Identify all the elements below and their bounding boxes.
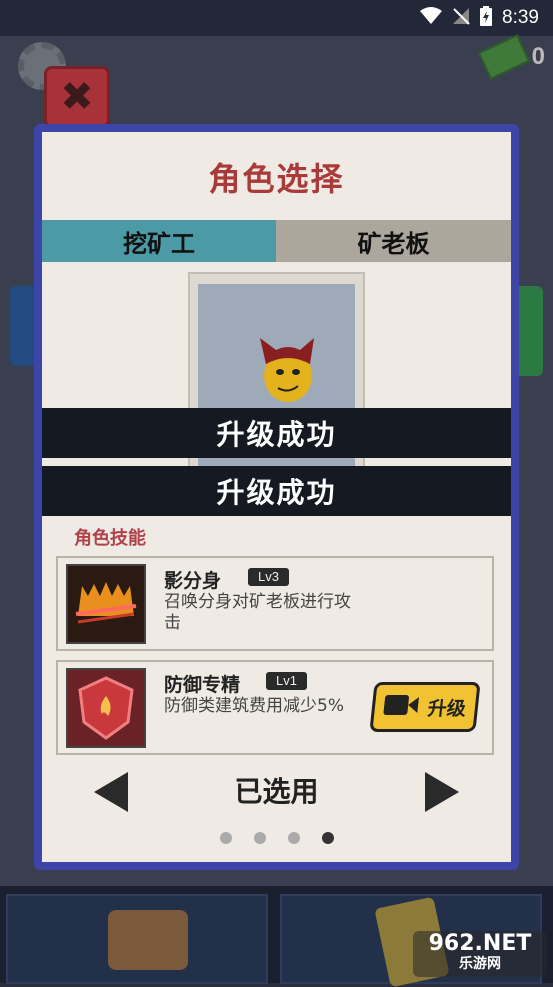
upgrade-button[interactable]: 升级 [369, 682, 481, 732]
cash-icon [477, 34, 530, 80]
upgrade-success-banner: 升级成功 [42, 466, 511, 516]
shadow-clone-skill-icon [66, 564, 146, 644]
bottom-slot-shop[interactable] [6, 894, 268, 984]
tab-mine-boss[interactable]: 矿老板 [276, 220, 511, 262]
gem-basket-icon [108, 910, 188, 970]
skills-section-title: 角色技能 [74, 528, 146, 549]
wifi-icon [420, 7, 443, 29]
skill-name: 防御专精 [164, 674, 241, 696]
tab-miner[interactable]: 挖矿工 [42, 220, 276, 262]
page-dot [253, 832, 266, 844]
video-camera-icon [382, 693, 420, 722]
no-signal-icon [452, 7, 470, 29]
close-icon: ✖ [60, 74, 94, 120]
right-side-button[interactable] [515, 286, 543, 376]
skill-name: 影分身 [164, 570, 222, 592]
skill-level-badge: Lv1 [266, 672, 307, 690]
status-bar: 8:39 [0, 0, 553, 36]
skill-card-defense-mastery: 防御专精 Lv1 防御类建筑费用减少5% 升级 [56, 660, 494, 755]
battery-charging-icon [480, 6, 493, 30]
money-value: 0 [531, 43, 545, 70]
watermark-sub: 乐游网 [459, 956, 501, 972]
site-watermark: 962.NET 乐游网 [413, 931, 547, 977]
character-image [260, 338, 314, 402]
money-counter: 0 [477, 34, 545, 80]
skill-description: 召唤分身对矿老板进行攻击 [164, 592, 351, 633]
dialog-body: 角色选择 挖矿工 矿老板 升级成功 升级成功 角色技能 影分身 Lv3 召唤分身… [42, 132, 511, 862]
next-arrow-icon[interactable] [425, 772, 459, 812]
character-select-dialog: 角色选择 挖矿工 矿老板 升级成功 升级成功 角色技能 影分身 Lv3 召唤分身… [34, 124, 519, 870]
defense-shield-skill-icon [66, 668, 146, 748]
page-dot-active [321, 832, 334, 844]
dialog-title: 角色选择 [208, 160, 345, 198]
page-indicator [42, 832, 511, 844]
upgrade-success-banner: 升级成功 [42, 408, 511, 458]
clock: 8:39 [502, 7, 539, 28]
skill-card-shadow-clone: 影分身 Lv3 召唤分身对矿老板进行攻击 [56, 556, 494, 651]
watermark-main: 962.NET [428, 931, 532, 956]
skill-description: 防御类建筑费用减少5% [164, 696, 344, 716]
page-dot [287, 832, 300, 844]
upgrade-label: 升级 [426, 697, 467, 720]
skill-level-badge: Lv3 [248, 568, 289, 586]
close-button[interactable]: ✖ [44, 66, 110, 128]
character-navigation: 已选用 [42, 760, 511, 820]
page-dot [219, 832, 232, 844]
